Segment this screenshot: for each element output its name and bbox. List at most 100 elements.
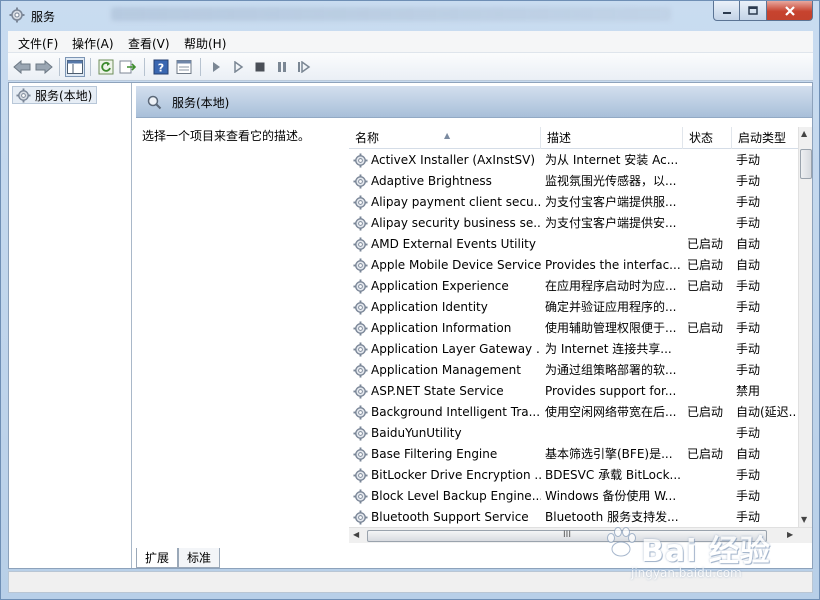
column-header-label: 启动类型: [738, 131, 787, 145]
gear-icon: [353, 300, 368, 315]
service-name: Apple Mobile Device Service: [371, 258, 541, 272]
restart-service-icon[interactable]: [294, 57, 314, 77]
service-startup-type: 手动: [736, 510, 761, 524]
service-startup-type: 手动: [736, 153, 761, 167]
table-row[interactable]: Adaptive Brightness 监视氛围光传感器，以... 手动: [349, 171, 798, 192]
table-row[interactable]: Application Identity 确定并验证应用程序的... 手动: [349, 297, 798, 318]
gear-icon: [353, 153, 368, 168]
service-startup-type: 自动: [736, 237, 761, 251]
gear-icon: [353, 489, 368, 504]
service-startup-type: 手动: [736, 426, 761, 440]
service-status: [687, 465, 732, 486]
table-row[interactable]: Block Level Backup Engine... Windows 备份使用…: [349, 486, 798, 507]
description-pane: 选择一个项目来查看它的描述。: [136, 127, 348, 144]
forward-arrow-icon[interactable]: [34, 57, 54, 77]
view-tabs: 扩展 标准: [136, 548, 221, 568]
table-row[interactable]: BaiduYunUtility 手动: [349, 423, 798, 444]
scroll-up-icon[interactable]: ▲: [801, 129, 807, 138]
service-description: Windows 备份使用 W...: [545, 489, 677, 503]
service-status: [687, 297, 732, 318]
gear-icon: [353, 279, 368, 294]
horizontal-scroll-thumb[interactable]: III: [367, 530, 767, 542]
service-status: [687, 507, 732, 528]
gear-icon: [353, 405, 368, 420]
table-row[interactable]: Application Management 为通过组策略部署的软... 手动: [349, 360, 798, 381]
table-row[interactable]: Apple Mobile Device Service Provides the …: [349, 255, 798, 276]
title-bar[interactable]: 服务: [1, 1, 819, 31]
toolbar-separator: [200, 58, 201, 76]
service-startup-type: 手动: [736, 279, 761, 293]
list-rows: ActiveX Installer (AxInstSV) 为从 Internet …: [349, 150, 798, 528]
gear-icon: [16, 88, 31, 106]
service-status: 已启动: [687, 321, 724, 335]
stop-service-icon[interactable]: [250, 57, 270, 77]
show-hide-console-tree-icon[interactable]: [65, 57, 85, 77]
column-header-label: 状态: [689, 131, 714, 145]
service-name: BaiduYunUtility: [371, 426, 462, 440]
vertical-scroll-thumb[interactable]: [800, 149, 812, 179]
table-row[interactable]: ActiveX Installer (AxInstSV) 为从 Internet …: [349, 150, 798, 171]
scroll-right-icon[interactable]: ▶: [787, 530, 793, 539]
properties-icon[interactable]: [174, 57, 194, 77]
tree-item-services-local[interactable]: 服务(本地): [12, 86, 98, 106]
pause-service-icon[interactable]: [272, 57, 292, 77]
service-description: BDESVC 承载 BitLock...: [545, 468, 681, 482]
window-controls: [713, 1, 813, 21]
table-row[interactable]: Application Experience 在应用程序启动时为应... 已启动 手动: [349, 276, 798, 297]
gear-icon: [353, 258, 368, 273]
menu-help[interactable]: 帮助(H): [184, 35, 226, 52]
table-row[interactable]: Alipay payment client secu... 为支付宝客户端提供服.…: [349, 192, 798, 213]
service-description: 为支付宝客户端提供服...: [545, 195, 677, 209]
table-row[interactable]: BitLocker Drive Encryption ... BDESVC 承载 …: [349, 465, 798, 486]
table-row[interactable]: Bluetooth Support Service Bluetooth 服务支持发…: [349, 507, 798, 528]
table-row[interactable]: Application Information 使用辅助管理权限便于... 已启动手…: [349, 318, 798, 339]
horizontal-scrollbar[interactable]: ◀ III ▶: [349, 527, 812, 543]
help-icon[interactable]: ?: [151, 57, 171, 77]
toolbar: ?: [8, 53, 813, 81]
start-service-icon[interactable]: [206, 57, 226, 77]
table-row[interactable]: Alipay security business se... 为支付宝客户端提供安…: [349, 213, 798, 234]
list-header: ▲ 名称 描述 状态 启动类型: [349, 127, 798, 149]
services-list: ▲ 名称 描述 状态 启动类型 ActiveX Installer (AxIns…: [349, 127, 812, 545]
service-startup-type: 自动: [736, 447, 761, 461]
service-description: 使用空闲网络带宽在后...: [545, 405, 677, 419]
menu-view[interactable]: 查看(V): [128, 35, 170, 52]
gear-icon: [353, 174, 368, 189]
service-startup-type: 禁用: [736, 384, 761, 398]
service-name: ASP.NET State Service: [371, 384, 504, 398]
service-status: 已启动: [687, 279, 724, 293]
tab-standard[interactable]: 标准: [178, 548, 221, 568]
table-row[interactable]: Base Filtering Engine 基本筛选引擎(BFE)是... 已启动自…: [349, 444, 798, 465]
vertical-scrollbar[interactable]: ▲ ▼: [798, 127, 812, 527]
scroll-down-icon[interactable]: ▼: [801, 515, 807, 524]
table-row[interactable]: AMD External Events Utility 已启动 自动: [349, 234, 798, 255]
tree-item-label: 服务(本地): [35, 88, 93, 103]
maximize-button[interactable]: [740, 1, 767, 21]
minimize-button[interactable]: [713, 1, 740, 21]
back-arrow-icon[interactable]: [12, 57, 32, 77]
column-header-startup-type[interactable]: 启动类型: [732, 127, 798, 149]
refresh-icon[interactable]: [96, 57, 116, 77]
column-header-description[interactable]: 描述: [541, 127, 683, 149]
service-startup-type: 手动: [736, 342, 761, 356]
menu-action[interactable]: 操作(A): [72, 35, 114, 52]
table-row[interactable]: Background Intelligent Tra... 使用空闲网络带宽在后.…: [349, 402, 798, 423]
close-button[interactable]: [767, 1, 813, 21]
start-service-params-icon[interactable]: [228, 57, 248, 77]
table-row[interactable]: Application Layer Gateway ... 为 Internet …: [349, 339, 798, 360]
service-name: Application Management: [371, 363, 521, 377]
table-row[interactable]: ASP.NET State Service Provides support fo…: [349, 381, 798, 402]
column-header-label: 名称: [355, 131, 380, 145]
menu-file[interactable]: 文件(F): [18, 35, 58, 52]
export-list-icon[interactable]: [118, 57, 138, 77]
column-header-name[interactable]: ▲ 名称: [349, 127, 541, 149]
service-description: Provides support for...: [545, 384, 677, 398]
column-header-status[interactable]: 状态: [683, 127, 732, 149]
scroll-left-icon[interactable]: ◀: [353, 530, 359, 539]
gear-icon: [353, 468, 368, 483]
service-name: Application Layer Gateway ...: [371, 342, 541, 356]
service-status: [687, 339, 732, 360]
tab-extended[interactable]: 扩展: [136, 548, 179, 568]
gear-icon: [353, 321, 368, 336]
service-startup-type: 手动: [736, 321, 761, 335]
